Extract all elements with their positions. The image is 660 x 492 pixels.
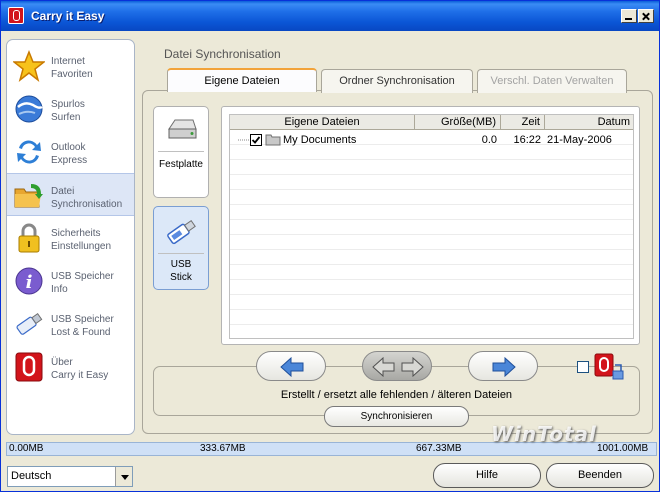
sidebar-item-label: Datei — [51, 186, 75, 197]
folder-sync-icon — [14, 184, 43, 208]
sidebar-item-label: Über — [51, 357, 73, 368]
usb-stick-label-line2: Stick — [170, 272, 192, 283]
tab-eigene-dateien[interactable]: Eigene Dateien — [167, 68, 317, 92]
arrow-left-icon — [280, 357, 304, 377]
sidebar-item-label: Sicherheits — [51, 228, 101, 239]
sync-to-right-button[interactable] — [468, 351, 538, 381]
file-name: My Documents — [283, 134, 357, 146]
sidebar-item-sublabel: Favoriten — [51, 69, 93, 80]
usb-stick-icon — [16, 312, 43, 335]
sidebar-item-sicherheits-einstellungen[interactable]: Sicherheits Einstellungen — [7, 216, 134, 259]
column-header-time[interactable]: Zeit — [501, 115, 545, 130]
title-bar[interactable]: Carry it Easy — [1, 1, 659, 31]
sidebar-item-spurlos-surfen[interactable]: Spurlos Surfen — [7, 87, 134, 130]
file-list[interactable]: Eigene Dateien Größe(MB) Zeit Datum My D… — [221, 106, 640, 345]
file-time: 16:22 — [513, 134, 541, 146]
star-icon — [13, 50, 45, 82]
encrypt-app-icon — [594, 353, 624, 380]
sidebar: Internet Favoriten Spurlos Surfen Outloo… — [6, 39, 135, 435]
section-title: Datei Synchronisation — [164, 47, 281, 61]
storage-label-0: 0.00MB — [9, 443, 44, 454]
language-select[interactable]: Deutsch — [7, 466, 133, 487]
file-date: 21-May-2006 — [547, 134, 612, 146]
sidebar-item-sublabel: Express — [51, 155, 88, 166]
svg-text:i: i — [26, 272, 33, 293]
file-size: 0.0 — [481, 134, 497, 146]
tab-ordner-synchronisation[interactable]: Ordner Synchronisation — [321, 69, 473, 93]
app-window: Carry it Easy Internet Favoriten Spurlos… — [0, 0, 660, 492]
sync-arrows-icon — [17, 140, 41, 164]
sidebar-item-sublabel: Carry it Easy — [51, 370, 109, 381]
sidebar-item-sublabel: Synchronisation — [51, 199, 123, 210]
sidebar-item-usb-speicher-info[interactable]: i USB Speicher Info — [7, 259, 134, 302]
chevron-down-icon[interactable] — [115, 467, 132, 486]
divider — [158, 151, 204, 152]
sidebar-item-sublabel: Surfen — [51, 112, 81, 123]
sidebar-item-label: Internet — [51, 56, 85, 67]
column-header-date[interactable]: Datum — [545, 115, 633, 130]
sync-description: Erstellt / ersetzt alle fehlenden / älte… — [280, 389, 513, 401]
language-value: Deutsch — [11, 470, 52, 482]
sidebar-item-usb-lost-found[interactable]: USB Speicher Lost & Found — [7, 302, 134, 345]
arrow-right-icon — [492, 357, 516, 377]
column-header-size[interactable]: Größe(MB) — [415, 115, 501, 130]
sidebar-item-datei-synchronisation[interactable]: Datei Synchronisation — [7, 173, 134, 216]
sidebar-item-label: Spurlos — [51, 99, 85, 110]
sync-to-left-button[interactable] — [256, 351, 326, 381]
help-button[interactable]: Hilfe — [433, 463, 541, 488]
lock-icon — [18, 223, 40, 253]
column-header-name[interactable]: Eigene Dateien — [230, 115, 415, 130]
usb-stick-icon — [167, 219, 196, 245]
sidebar-item-sublabel: Einstellungen — [51, 241, 112, 252]
app-logo-icon — [15, 352, 43, 382]
storage-label-2: 667.33MB — [416, 443, 462, 454]
sidebar-item-sublabel: Lost & Found — [51, 327, 111, 338]
app-icon — [8, 7, 24, 24]
globe-icon — [15, 95, 43, 123]
minimize-button[interactable] — [621, 9, 637, 23]
sidebar-item-label: Outlook — [51, 142, 86, 153]
storage-label-1: 333.67MB — [200, 443, 246, 454]
watermark: WinTotal — [491, 422, 597, 446]
sidebar-item-outlook-express[interactable]: Outlook Express — [7, 130, 134, 173]
festplatte-label: Festplatte — [159, 159, 203, 170]
exit-button[interactable]: Beenden — [546, 463, 654, 488]
row-checkbox[interactable] — [250, 134, 262, 146]
hard-drive-icon — [168, 119, 197, 139]
sidebar-item-sublabel: Info — [51, 284, 68, 295]
sidebar-item-label: USB Speicher — [51, 314, 114, 325]
window-title: Carry it Easy — [31, 9, 105, 23]
folder-icon — [265, 134, 281, 146]
synchronize-button[interactable]: Synchronisieren — [324, 406, 469, 427]
close-button[interactable] — [638, 9, 654, 23]
sync-both-button[interactable] — [362, 351, 432, 381]
storage-label-3: 1001.00MB — [597, 443, 649, 454]
tree-dots-icon — [238, 139, 250, 141]
festplatte-button[interactable]: Festplatte — [153, 106, 209, 198]
info-icon: i — [15, 267, 43, 295]
tab-verschl-daten[interactable]: Verschl. Daten Verwalten — [477, 69, 627, 93]
encrypt-checkbox[interactable] — [577, 361, 589, 373]
divider — [158, 253, 204, 254]
arrow-both-icon — [372, 357, 424, 377]
sidebar-item-internet-favoriten[interactable]: Internet Favoriten — [7, 44, 134, 87]
usb-stick-button[interactable]: USB Stick — [153, 206, 209, 290]
sidebar-item-ueber[interactable]: Über Carry it Easy — [7, 345, 134, 388]
sidebar-item-label: USB Speicher — [51, 271, 114, 282]
usb-stick-label-line1: USB — [170, 259, 192, 270]
